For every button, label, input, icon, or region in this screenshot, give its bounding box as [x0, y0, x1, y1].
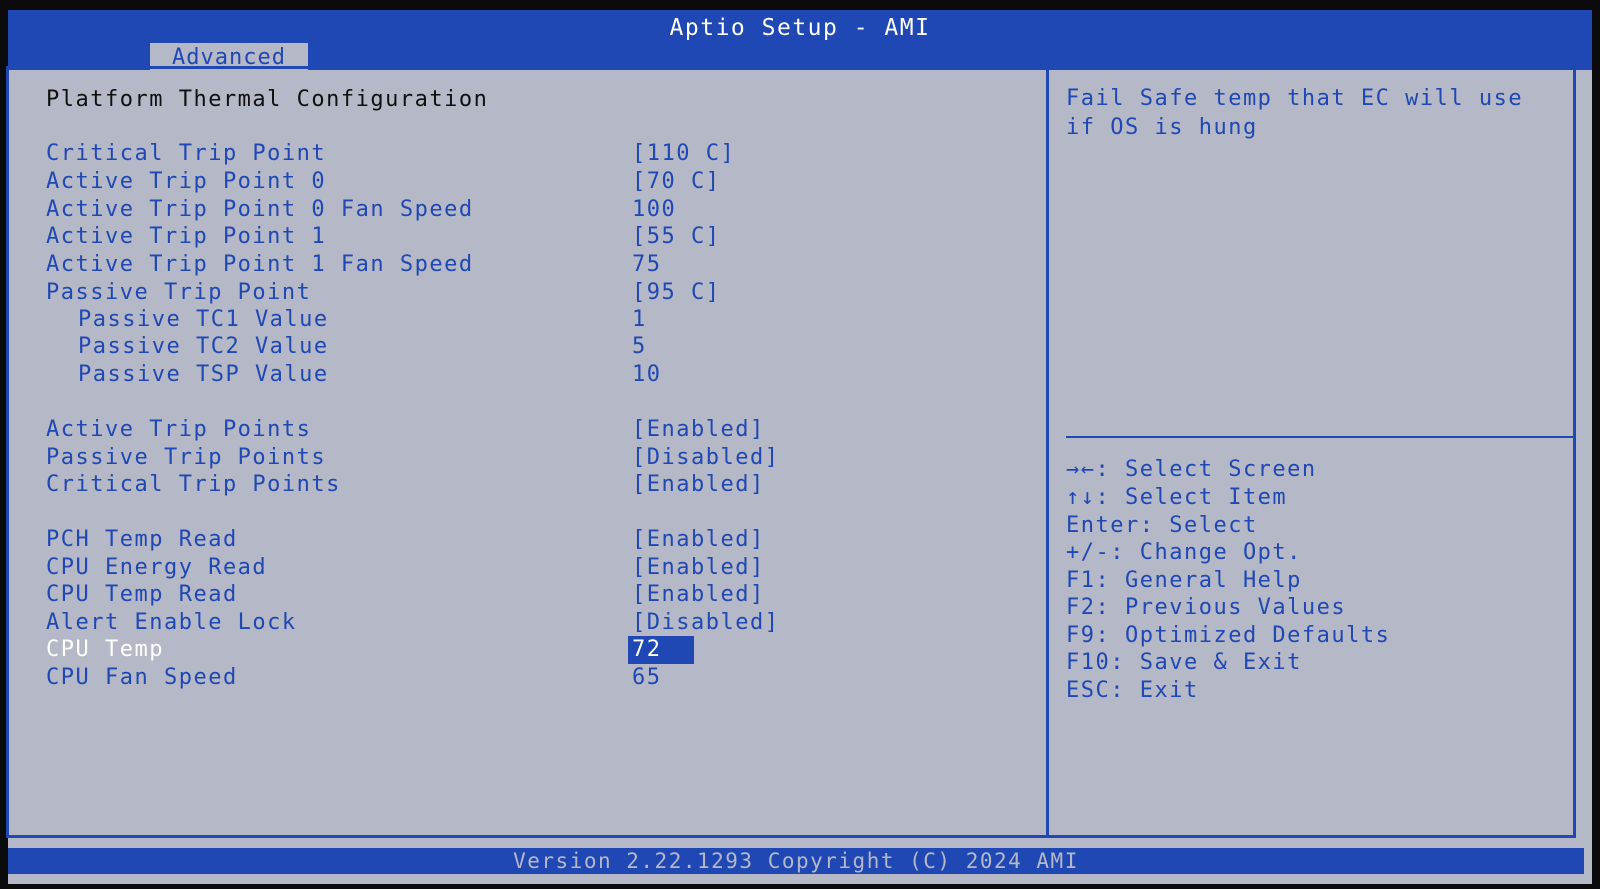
header-bar: Aptio Setup - AMI Advanced — [8, 10, 1592, 71]
setting-value[interactable]: [55 C] — [632, 223, 720, 251]
setting-pch-temp-read[interactable]: PCH Temp Read [Enabled] — [46, 526, 1026, 554]
setting-cpu-temp[interactable]: CPU Temp 72 — [46, 636, 1026, 664]
setting-passive-tsp-value[interactable]: Passive TSP Value 10 — [46, 361, 1026, 389]
setting-value[interactable]: 72 — [628, 636, 694, 664]
setting-label: Active Trip Point 0 Fan Speed — [46, 197, 474, 222]
key-change-opt: +/-: Change Opt. — [1066, 540, 1302, 565]
setting-label: Critical Trip Point — [46, 141, 327, 166]
setting-value[interactable]: [110 C] — [632, 140, 735, 168]
setting-label: CPU Temp Read — [46, 582, 238, 607]
key-general-help: F1: General Help — [1066, 568, 1302, 593]
setting-value[interactable]: [Enabled] — [632, 526, 765, 554]
setting-value[interactable]: [70 C] — [632, 168, 720, 196]
setting-label: CPU Fan Speed — [46, 665, 238, 690]
setting-value[interactable]: [Enabled] — [632, 416, 765, 444]
setting-passive-trip-points[interactable]: Passive Trip Points [Disabled] — [46, 444, 1026, 472]
setting-value[interactable]: [95 C] — [632, 279, 720, 307]
setting-alert-enable-lock[interactable]: Alert Enable Lock [Disabled] — [46, 609, 1026, 637]
setting-active-trip-point-0[interactable]: Active Trip Point 0 [70 C] — [46, 168, 1026, 196]
setting-label: CPU Energy Read — [46, 555, 268, 580]
key-optimized-defaults: F9: Optimized Defaults — [1066, 623, 1391, 648]
setting-label: Alert Enable Lock — [46, 610, 297, 635]
setting-active-trip-point-1-fan-speed[interactable]: Active Trip Point 1 Fan Speed 75 — [46, 251, 1026, 279]
setting-value[interactable]: 65 — [632, 664, 662, 692]
setting-value[interactable]: [Disabled] — [632, 444, 779, 472]
key-enter-select: Enter: Select — [1066, 513, 1258, 538]
setting-passive-tc1-value[interactable]: Passive TC1 Value 1 — [46, 306, 1026, 334]
setting-passive-trip-point[interactable]: Passive Trip Point [95 C] — [46, 279, 1026, 307]
setting-label: CPU Temp — [46, 637, 164, 662]
setting-value[interactable]: 75 — [632, 251, 662, 279]
setting-label: Passive TSP Value — [78, 362, 329, 387]
setting-label: Passive TC1 Value — [78, 307, 329, 332]
setting-label: Active Trip Point 1 Fan Speed — [46, 252, 474, 277]
setting-value[interactable]: 100 — [632, 196, 676, 224]
setting-active-trip-point-0-fan-speed[interactable]: Active Trip Point 0 Fan Speed 100 — [46, 196, 1026, 224]
setting-label: Passive Trip Point — [46, 280, 312, 305]
help-text: Fail Safe temp that EC will use if OS is… — [1066, 86, 1538, 140]
help-divider — [1066, 436, 1576, 438]
setting-passive-tc2-value[interactable]: Passive TC2 Value 5 — [46, 333, 1026, 361]
setting-label: Critical Trip Points — [46, 472, 341, 497]
setting-label: Active Trip Point 0 — [46, 169, 327, 194]
setting-value[interactable]: 5 — [632, 333, 647, 361]
setting-value[interactable]: 1 — [632, 306, 647, 334]
setting-cpu-temp-read[interactable]: CPU Temp Read [Enabled] — [46, 581, 1026, 609]
key-exit: ESC: Exit — [1066, 678, 1199, 703]
setting-critical-trip-points[interactable]: Critical Trip Points [Enabled] — [46, 471, 1026, 499]
setting-value[interactable]: [Enabled] — [632, 581, 765, 609]
setting-label: Active Trip Point 1 — [46, 224, 327, 249]
setting-label: PCH Temp Read — [46, 527, 238, 552]
setting-label: Active Trip Points — [46, 417, 312, 442]
setting-cpu-fan-speed[interactable]: CPU Fan Speed 65 — [46, 664, 1026, 692]
key-previous-values: F2: Previous Values — [1066, 595, 1347, 620]
setting-value[interactable]: 10 — [632, 361, 662, 389]
setting-value[interactable]: [Enabled] — [632, 554, 765, 582]
setting-label: Passive Trip Points — [46, 445, 327, 470]
setting-value[interactable]: [Disabled] — [632, 609, 779, 637]
setting-active-trip-points[interactable]: Active Trip Points [Enabled] — [46, 416, 1026, 444]
section-title: Platform Thermal Configuration — [46, 87, 489, 112]
setting-label: Passive TC2 Value — [78, 334, 329, 359]
setting-active-trip-point-1[interactable]: Active Trip Point 1 [55 C] — [46, 223, 1026, 251]
key-select-screen: →←: Select Screen — [1066, 457, 1317, 482]
app-title: Aptio Setup - AMI — [669, 15, 931, 41]
version-footer: Version 2.22.1293 Copyright (C) 2024 AMI — [8, 848, 1584, 874]
key-save-exit: F10: Save & Exit — [1066, 650, 1302, 675]
setting-value[interactable]: [Enabled] — [632, 471, 765, 499]
panel-divider — [1046, 66, 1049, 838]
key-select-item: ↑↓: Select Item — [1066, 485, 1288, 510]
setting-critical-trip-point[interactable]: Critical Trip Point [110 C] — [46, 140, 1026, 168]
setting-cpu-energy-read[interactable]: CPU Energy Read [Enabled] — [46, 554, 1026, 582]
